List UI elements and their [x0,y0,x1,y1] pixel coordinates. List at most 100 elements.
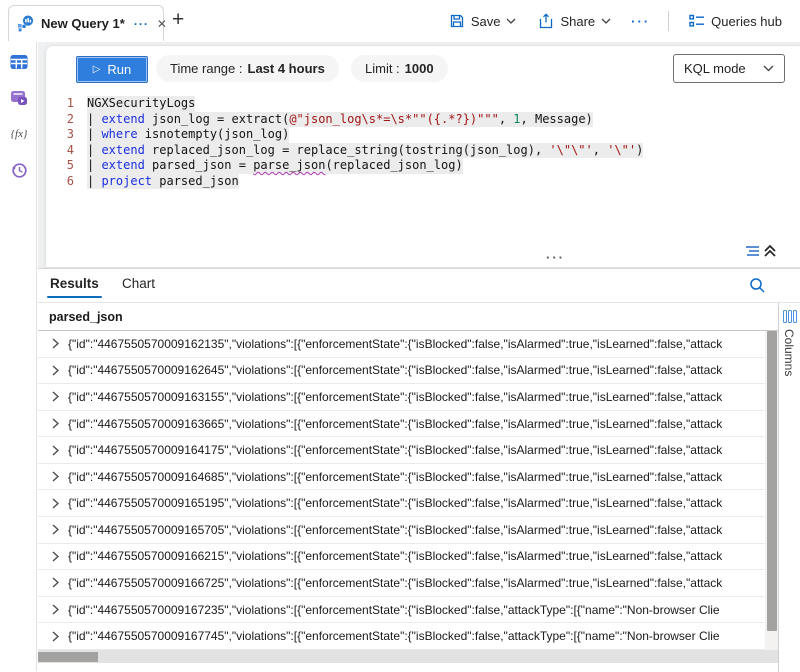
code-text: NGXSecurityLogs [87,96,195,112]
vertical-scrollbar-thumb[interactable] [767,331,777,631]
table-row[interactable]: {"id":"4467550570009164685","violations"… [38,464,765,491]
table-row[interactable]: {"id":"4467550570009167745","violations"… [38,623,765,650]
panel-splitter-handle[interactable]: ··· [546,250,565,265]
run-button[interactable]: ▷ Run [76,56,148,83]
table-row[interactable]: {"id":"4467550570009163665","violations"… [38,411,765,438]
table-row[interactable]: {"id":"4467550570009165705","violations"… [38,517,765,544]
table-row[interactable]: {"id":"4467550570009162645","violations"… [38,358,765,385]
row-expand-icon[interactable] [52,604,59,615]
time-range-value: Last 4 hours [248,61,325,76]
run-label: Run [107,62,131,77]
code-line[interactable]: 3 | where isnotempty(json_log) [46,127,800,143]
table-row[interactable]: {"id":"4467550570009166725","violations"… [38,570,765,597]
save-label: Save [471,14,501,29]
query-mode-select[interactable]: KQL mode [673,54,785,83]
row-expand-icon[interactable] [52,498,59,509]
row-expand-icon[interactable] [52,551,59,562]
tables-icon[interactable] [9,52,29,72]
row-json-value: {"id":"4467550570009164685","violations"… [68,470,722,484]
row-json-value: {"id":"4467550570009165705","violations"… [68,523,722,537]
grid-column-header[interactable]: parsed_json [38,303,778,331]
row-json-value: {"id":"4467550570009162135","violations"… [68,337,722,351]
row-json-value: {"id":"4467550570009167235","violations"… [68,603,720,617]
line-number: 5 [46,158,74,174]
share-label: Share [560,14,595,29]
horizontal-scrollbar-thumb[interactable] [38,652,98,662]
column-header-label: parsed_json [49,310,123,324]
code-text: | project parsed_json [87,174,239,190]
row-json-value: {"id":"4467550570009166215","violations"… [68,549,722,563]
topbar-actions: Save Share ··· Queries hub [441,0,790,42]
tab-chart[interactable]: Chart [122,276,155,291]
saved-queries-icon[interactable] [9,88,29,108]
row-expand-icon[interactable] [52,524,59,535]
code-line[interactable]: 2| extend json_log = extract(@"json_log\… [46,112,800,128]
row-expand-icon[interactable] [52,391,59,402]
row-json-value: {"id":"4467550570009163155","violations"… [68,390,722,404]
tab-more-icon[interactable]: ··· [134,17,149,31]
divider [668,11,669,31]
row-expand-icon[interactable] [52,577,59,588]
vertical-scrollbar[interactable] [765,331,778,650]
query-tab[interactable]: New Query 1* ··· ✕ [8,5,164,41]
table-row[interactable]: {"id":"4467550570009163155","violations"… [38,384,765,411]
save-button[interactable]: Save [441,9,525,33]
row-json-value: {"id":"4467550570009163665","violations"… [68,417,722,431]
columns-side-panel[interactable]: Columns [778,303,800,672]
row-expand-icon[interactable] [52,471,59,482]
side-rail: {fx} [0,42,37,671]
share-button[interactable]: Share [530,9,619,33]
code-editor[interactable]: 1 NGXSecurityLogs2| extend json_log = ext… [46,96,800,236]
row-json-value: {"id":"4467550570009164175","violations"… [68,443,722,457]
tab-close-icon[interactable]: ✕ [157,17,167,31]
play-icon: ▷ [93,64,101,75]
table-row[interactable]: {"id":"4467550570009164175","violations"… [38,437,765,464]
new-tab-button[interactable]: + [172,10,184,30]
horizontal-scrollbar[interactable] [38,650,778,663]
code-line[interactable]: 6| project parsed_json [46,174,800,190]
row-expand-icon[interactable] [52,338,59,349]
queries-hub-button[interactable]: Queries hub [681,10,790,33]
table-row[interactable]: {"id":"4467550570009165195","violations"… [38,490,765,517]
code-text: | extend replaced_json_log = replace_str… [87,143,643,159]
search-icon[interactable] [749,277,766,294]
functions-icon[interactable]: {fx} [9,124,29,144]
query-editor-panel: ▷ Run Time range : Last 4 hours Limit : … [45,45,800,268]
row-expand-icon[interactable] [52,418,59,429]
results-grid: {"id":"4467550570009162135","violations"… [38,331,765,650]
row-expand-icon[interactable] [52,365,59,376]
row-expand-icon[interactable] [52,631,59,642]
limit-picker[interactable]: Limit : 1000 [351,55,448,82]
row-json-value: {"id":"4467550570009167745","violations"… [68,629,720,643]
chevron-down-icon [601,18,611,24]
code-line[interactable]: 1 NGXSecurityLogs [46,96,800,112]
results-panel: Results Chart parsed_json {"id":"4467550… [38,268,800,671]
history-icon[interactable] [9,160,29,180]
line-number: 4 [46,143,74,159]
line-number: 3 [46,127,74,143]
table-row[interactable]: {"id":"4467550570009162135","violations"… [38,331,765,358]
tab-title: New Query 1* [41,16,125,31]
row-json-value: {"id":"4467550570009165195","violations"… [68,496,722,510]
chevron-down-icon [506,18,516,24]
code-text: | where isnotempty(json_log) [87,127,289,143]
collapse-editor-icon[interactable] [746,244,778,258]
time-range-picker[interactable]: Time range : Last 4 hours [156,55,339,82]
code-text: | extend parsed_json = parse_json(replac… [87,158,463,174]
more-options-icon[interactable]: ··· [625,14,656,29]
top-bar: New Query 1* ··· ✕ + Save Share ··· [0,0,800,42]
table-row[interactable]: {"id":"4467550570009166215","violations"… [38,544,765,571]
save-icon [449,13,465,29]
columns-icon [783,310,797,323]
code-line[interactable]: 5 | extend parsed_json = parse_json(repla… [46,158,800,174]
query-mode-value: KQL mode [684,61,746,76]
table-row[interactable]: {"id":"4467550570009167235","violations"… [38,597,765,624]
row-expand-icon[interactable] [52,445,59,456]
row-json-value: {"id":"4467550570009162645","violations"… [68,363,722,377]
tab-results[interactable]: Results [50,276,99,291]
limit-label: Limit : [365,61,400,76]
chevron-down-icon [763,65,774,72]
line-number: 1 [46,96,74,112]
code-line[interactable]: 4 | extend replaced_json_log = replace_st… [46,143,800,159]
app-logo-icon [17,15,34,32]
